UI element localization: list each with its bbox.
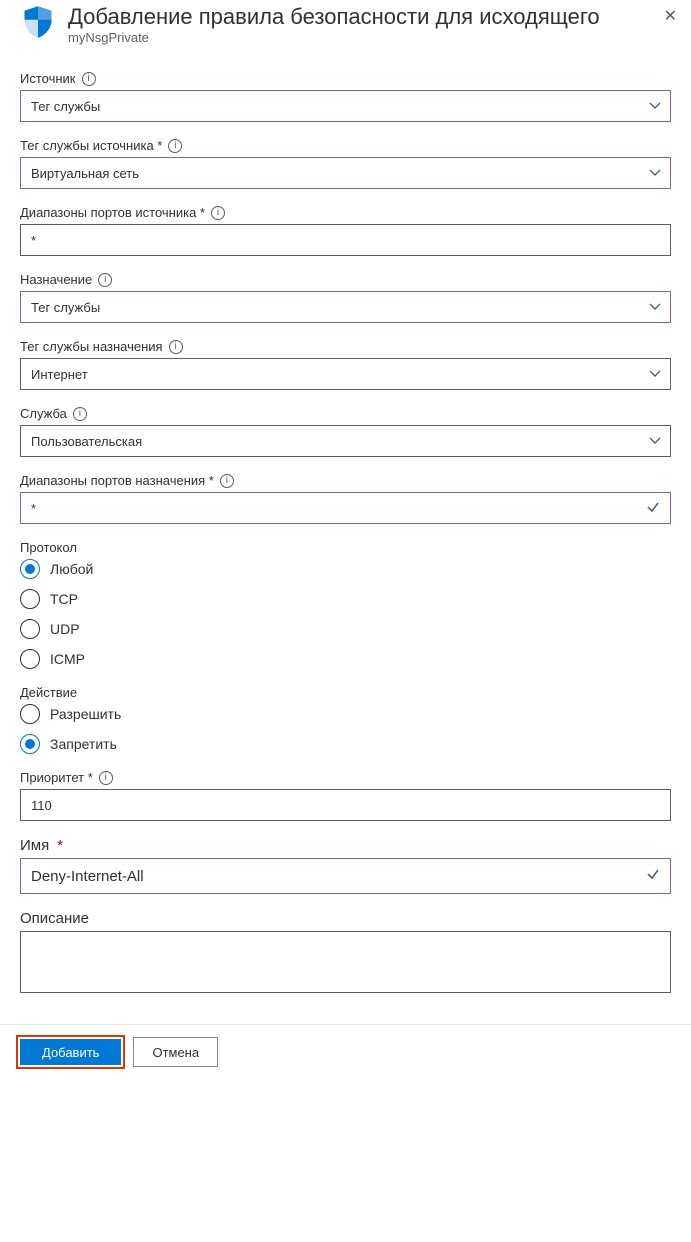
- close-icon[interactable]: ✕: [664, 6, 677, 26]
- panel-title: Добавление правила безопасности для исхо…: [68, 4, 671, 30]
- protocol-option-icmp[interactable]: ICMP: [20, 649, 671, 669]
- priority-input[interactable]: [20, 789, 671, 821]
- priority-label: Приоритет * i: [20, 770, 671, 785]
- destination-label: Назначение i: [20, 272, 671, 287]
- info-icon[interactable]: i: [211, 206, 225, 220]
- chevron-down-icon: [648, 166, 662, 180]
- service-label: Служба i: [20, 406, 671, 421]
- source-ports-input[interactable]: [20, 224, 671, 256]
- chevron-down-icon: [648, 434, 662, 448]
- info-icon[interactable]: i: [99, 771, 113, 785]
- panel-header: Добавление правила безопасности для исхо…: [0, 0, 691, 57]
- name-label: Имя*: [20, 837, 671, 854]
- description-label: Описание: [20, 910, 671, 927]
- action-option-deny[interactable]: Запретить: [20, 734, 671, 754]
- info-icon[interactable]: i: [82, 72, 96, 86]
- shield-icon: [20, 4, 56, 40]
- check-icon: [646, 500, 660, 517]
- info-icon[interactable]: i: [98, 273, 112, 287]
- cancel-button[interactable]: Отмена: [133, 1037, 218, 1067]
- info-icon[interactable]: i: [73, 407, 87, 421]
- dest-ports-label: Диапазоны портов назначения * i: [20, 473, 671, 488]
- action-option-allow[interactable]: Разрешить: [20, 704, 671, 724]
- destination-select[interactable]: Тег службы: [20, 291, 671, 323]
- dest-tag-label: Тег службы назначения i: [20, 339, 671, 354]
- chevron-down-icon: [648, 99, 662, 113]
- protocol-radio-group: Любой TCP UDP ICMP: [20, 559, 671, 669]
- info-icon[interactable]: i: [168, 139, 182, 153]
- dest-ports-input[interactable]: [20, 492, 671, 524]
- protocol-label: Протокол: [20, 540, 671, 555]
- source-tag-select[interactable]: Виртуальная сеть: [20, 157, 671, 189]
- action-radio-group: Разрешить Запретить: [20, 704, 671, 754]
- source-tag-label: Тег службы источника * i: [20, 138, 671, 153]
- service-select[interactable]: Пользовательская: [20, 425, 671, 457]
- info-icon[interactable]: i: [169, 340, 183, 354]
- description-textarea[interactable]: [20, 931, 671, 993]
- dest-tag-select[interactable]: Интернет: [20, 358, 671, 390]
- add-button[interactable]: Добавить: [20, 1039, 121, 1065]
- chevron-down-icon: [648, 300, 662, 314]
- name-input[interactable]: [20, 858, 671, 894]
- info-icon[interactable]: i: [220, 474, 234, 488]
- source-select[interactable]: Тег службы: [20, 90, 671, 122]
- check-icon: [646, 867, 660, 885]
- protocol-option-udp[interactable]: UDP: [20, 619, 671, 639]
- source-ports-label: Диапазоны портов источника * i: [20, 205, 671, 220]
- chevron-down-icon: [648, 367, 662, 381]
- protocol-option-tcp[interactable]: TCP: [20, 589, 671, 609]
- footer: Добавить Отмена: [0, 1024, 691, 1083]
- protocol-option-any[interactable]: Любой: [20, 559, 671, 579]
- source-label: Источник i: [20, 71, 671, 86]
- add-button-highlight: Добавить: [16, 1035, 125, 1069]
- panel-subtitle: myNsgPrivate: [68, 30, 671, 45]
- action-label: Действие: [20, 685, 671, 700]
